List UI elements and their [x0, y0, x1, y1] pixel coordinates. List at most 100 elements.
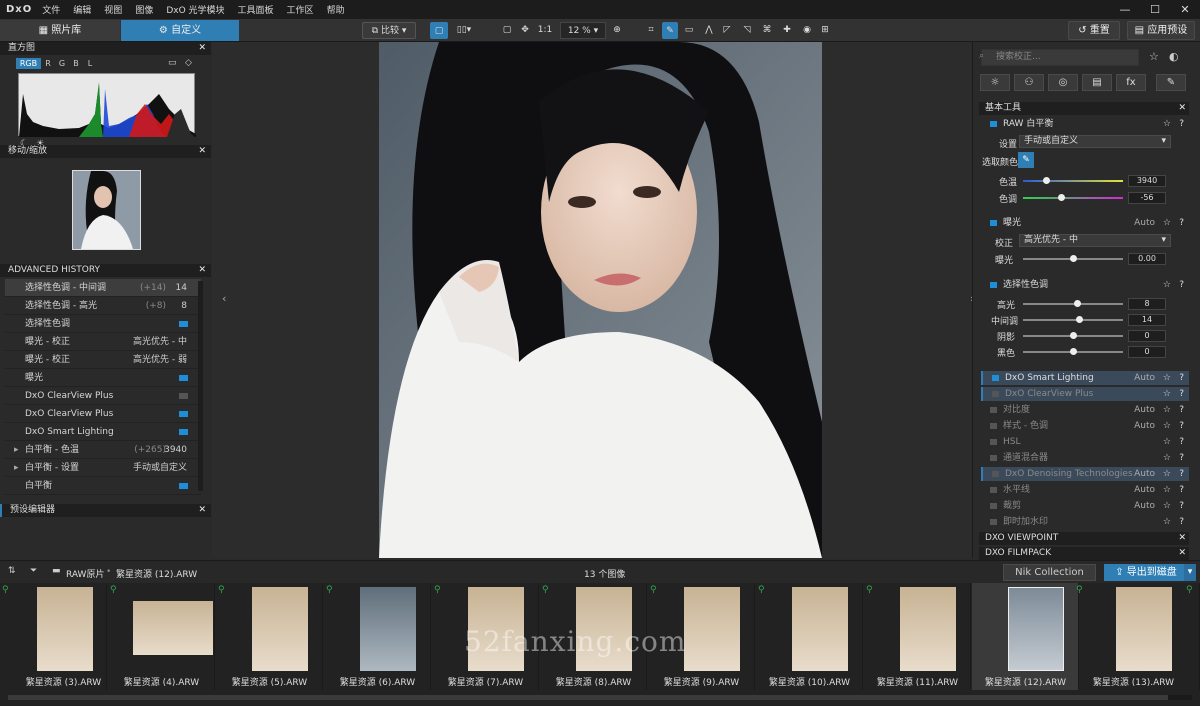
star-icon[interactable]: ☆: [1163, 387, 1171, 401]
history-item[interactable]: 选择性色调: [5, 315, 201, 333]
expand-arrow-icon[interactable]: ▸: [14, 441, 19, 459]
reset-button[interactable]: ↺ 重置: [1068, 21, 1120, 40]
compare-button[interactable]: ⧉ 比较 ▾: [362, 22, 416, 39]
tone-input[interactable]: 0: [1128, 330, 1166, 342]
tool-selective-tone[interactable]: 选择性色调 ☆?: [981, 278, 1189, 292]
slider-knob[interactable]: [1076, 316, 1083, 323]
scroll-thumb[interactable]: [8, 695, 1168, 700]
histo-tab-l[interactable]: L: [83, 58, 97, 69]
eyedropper-icon[interactable]: ✎: [662, 22, 678, 39]
star-icon[interactable]: ☆: [1163, 419, 1171, 433]
apply-preset-button[interactable]: ▤ 应用预设: [1127, 21, 1195, 40]
film-thumb[interactable]: ⚲ 繁星资源 (5).ARW: [216, 583, 323, 690]
enable-checkbox[interactable]: [992, 375, 999, 381]
bandage-icon[interactable]: ✚: [780, 22, 794, 39]
filmstrip-scrollbar[interactable]: [8, 695, 1192, 700]
close-icon[interactable]: ✕: [1178, 532, 1186, 545]
main-photo[interactable]: [379, 42, 822, 558]
help-icon[interactable]: ?: [1179, 117, 1184, 131]
film-thumb[interactable]: ⚲ 繁星资源 (6).ARW: [324, 583, 431, 690]
tool-hsl[interactable]: HSL ☆?: [981, 435, 1189, 449]
gamut-icon[interactable]: ◇: [185, 58, 192, 68]
tone-input[interactable]: 0: [1128, 346, 1166, 358]
histo-tab-rgb[interactable]: RGB: [16, 58, 41, 69]
temp-slider[interactable]: [1023, 177, 1123, 184]
help-icon[interactable]: ?: [1179, 483, 1184, 497]
histo-tab-b[interactable]: B: [69, 58, 83, 69]
tool-horizon[interactable]: 水平线 Auto ☆?: [981, 483, 1189, 497]
export-dropdown-icon[interactable]: ▾: [1184, 564, 1196, 581]
star-icon[interactable]: ☆: [1163, 435, 1171, 449]
enable-checkbox[interactable]: [990, 423, 997, 429]
history-item[interactable]: 白平衡: [5, 477, 201, 495]
slider-knob[interactable]: [1070, 255, 1077, 262]
menu-help[interactable]: 帮助: [327, 3, 345, 16]
slider-knob[interactable]: [1074, 300, 1081, 307]
tool-smart-lighting[interactable]: DxO Smart Lighting Auto ☆?: [981, 371, 1189, 385]
help-icon[interactable]: ?: [1179, 403, 1184, 417]
history-item[interactable]: 曝光 - 校正 高光优先 - 中: [5, 333, 201, 351]
auto-label[interactable]: Auto: [1134, 499, 1155, 513]
tool-style-tone[interactable]: 样式 - 色调 Auto ☆?: [981, 419, 1189, 433]
history-item[interactable]: ▸ 白平衡 - 色温 (+265) 3940: [5, 441, 201, 459]
menu-file[interactable]: 文件: [42, 3, 60, 16]
history-item[interactable]: 选择性色调 - 高光 (+8) 8: [5, 297, 201, 315]
tool-raw-wb[interactable]: RAW 白平衡 ☆?: [981, 117, 1189, 131]
star-icon[interactable]: ☆: [1163, 467, 1171, 481]
enable-checkbox[interactable]: [990, 439, 997, 445]
geometry-icon[interactable]: ▤: [1082, 74, 1112, 91]
close-icon[interactable]: ✕: [198, 145, 206, 158]
local-icon[interactable]: ✎: [1156, 74, 1186, 91]
auto-label[interactable]: Auto: [1134, 216, 1155, 230]
volume-icon[interactable]: ◸: [720, 22, 734, 39]
enable-checkbox[interactable]: [990, 519, 997, 525]
star-icon[interactable]: ☆: [1163, 278, 1171, 292]
nik-collection-button[interactable]: Nik Collection: [1003, 564, 1096, 581]
one-to-one-button[interactable]: 1:1: [536, 22, 554, 39]
eyedropper-icon[interactable]: ✎: [1018, 152, 1034, 168]
fit-icon[interactable]: ▢: [500, 22, 514, 39]
tool-watermark[interactable]: 即时加水印 ☆?: [981, 515, 1189, 529]
horizon-icon[interactable]: ▭: [682, 22, 696, 39]
histo-tab-g[interactable]: G: [55, 58, 69, 69]
menu-optics[interactable]: DxO 光学模块: [166, 3, 224, 16]
auto-label[interactable]: Auto: [1134, 403, 1155, 417]
search-input[interactable]: 搜索校正...: [981, 49, 1139, 66]
menu-palettes[interactable]: 工具面板: [238, 3, 274, 16]
enable-checkbox[interactable]: [990, 121, 997, 127]
help-icon[interactable]: ?: [1179, 435, 1184, 449]
move-icon[interactable]: ✥: [518, 22, 532, 39]
help-icon[interactable]: ?: [1179, 371, 1184, 385]
film-thumb[interactable]: ⚲ 繁星资源 (13).ARW: [1080, 583, 1200, 690]
wb-setting-select[interactable]: 手动或自定义 ▾: [1019, 135, 1171, 148]
help-icon[interactable]: ?: [1179, 387, 1184, 401]
single-view-button[interactable]: ▢: [430, 22, 448, 39]
help-icon[interactable]: ?: [1179, 216, 1184, 230]
slider-knob[interactable]: [1070, 332, 1077, 339]
history-item[interactable]: 曝光: [5, 369, 201, 387]
film-thumb[interactable]: ⚲ 繁星资源 (11).ARW: [864, 583, 971, 690]
exposure-input[interactable]: 0.00: [1128, 253, 1166, 265]
exposure-correct-select[interactable]: 高光优先 - 中 ▾: [1019, 234, 1171, 247]
star-icon[interactable]: ☆: [1163, 483, 1171, 497]
history-item[interactable]: DxO ClearView Plus: [5, 405, 201, 423]
maximize-button[interactable]: ☐: [1140, 0, 1170, 19]
filmpack-header[interactable]: DXO FILMPACK ✕: [979, 547, 1189, 560]
enable-checkbox[interactable]: [990, 220, 997, 226]
slider-knob[interactable]: [1058, 194, 1065, 201]
star-icon[interactable]: ☆: [1163, 451, 1171, 465]
history-item[interactable]: DxO Smart Lighting: [5, 423, 201, 441]
film-thumb[interactable]: ⚲ 繁星资源 (4).ARW: [108, 583, 215, 690]
tint-slider[interactable]: [1023, 194, 1123, 201]
detail-icon[interactable]: ◎: [1048, 74, 1078, 91]
tool-clearview[interactable]: DxO ClearView Plus ☆?: [981, 387, 1189, 401]
history-item[interactable]: 曝光 - 校正 高光优先 - 弱: [5, 351, 201, 369]
tab-library[interactable]: ▦ 照片库: [0, 20, 120, 41]
slider-knob[interactable]: [1070, 348, 1077, 355]
minimize-button[interactable]: —: [1110, 0, 1140, 19]
zoom-select[interactable]: 12 % ▾: [560, 22, 606, 39]
star-icon[interactable]: ☆: [1163, 117, 1171, 131]
star-icon[interactable]: ☆: [1163, 499, 1171, 513]
menu-edit[interactable]: 编辑: [73, 3, 91, 16]
highlights-slider[interactable]: [1023, 300, 1123, 307]
